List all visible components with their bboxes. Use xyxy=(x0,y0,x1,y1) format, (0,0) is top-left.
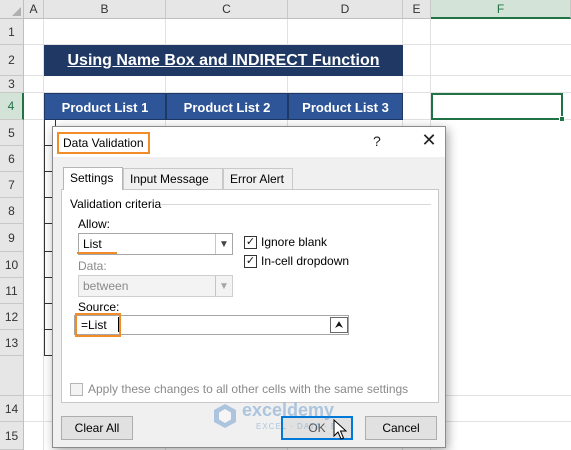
cancel-button[interactable]: Cancel xyxy=(365,416,437,440)
select-all-triangle-icon xyxy=(12,7,21,16)
table-header-product-list-2[interactable]: Product List 2 xyxy=(166,93,288,120)
apply-all-label: Apply these changes to all other cells w… xyxy=(88,382,409,396)
table-header-product-list-1[interactable]: Product List 1 xyxy=(44,93,166,120)
checkmark-icon: ✓ xyxy=(245,236,256,248)
allow-value: List xyxy=(83,237,102,251)
collapse-dialog-icon[interactable]: ⮝ xyxy=(330,317,348,333)
row-header-11[interactable]: 11 xyxy=(0,278,24,304)
source-label: Source: xyxy=(78,300,120,314)
column-header-c[interactable]: C xyxy=(166,0,288,19)
select-all-corner[interactable] xyxy=(0,0,24,19)
tab-input-message[interactable]: Input Message xyxy=(123,168,223,190)
row-header-14[interactable]: 14 xyxy=(0,396,24,422)
row-header-6[interactable]: 6 xyxy=(0,146,24,172)
row-header-hidden-gap xyxy=(0,356,24,396)
row-header-12[interactable]: 12 xyxy=(0,304,24,330)
settings-panel: Validation criteria Allow: List ▼ Data: … xyxy=(61,189,439,403)
apply-all-checkbox xyxy=(70,383,83,396)
column-header-f[interactable]: F xyxy=(431,0,571,19)
help-button[interactable]: ? xyxy=(373,133,381,149)
sheet-title: Using Name Box and INDIRECT Function xyxy=(44,45,403,76)
data-label: Data: xyxy=(78,259,107,273)
dialog-titlebar[interactable]: Data Validation ? ✕ xyxy=(53,127,445,157)
table-header-product-list-3[interactable]: Product List 3 xyxy=(288,93,403,120)
column-header-e[interactable]: E xyxy=(403,0,431,19)
row-header-8[interactable]: 8 xyxy=(0,198,24,224)
allow-label: Allow: xyxy=(78,217,111,231)
row-header-10[interactable]: 10 xyxy=(0,252,24,278)
validation-criteria-heading: Validation criteria xyxy=(70,197,162,211)
row-header-1[interactable]: 1 xyxy=(0,19,24,45)
row-header-13[interactable]: 13 xyxy=(0,330,24,356)
row-header-7[interactable]: 7 xyxy=(0,172,24,198)
in-cell-dropdown-label[interactable]: In-cell dropdown xyxy=(261,254,349,268)
data-validation-dialog: Data Validation ? ✕ Input Message Error … xyxy=(52,126,446,448)
column-header-d[interactable]: D xyxy=(288,0,403,19)
selected-cell-f4[interactable] xyxy=(431,93,565,122)
data-dropdown: between ▼ xyxy=(78,275,233,297)
clear-all-button[interactable]: Clear All xyxy=(61,416,133,440)
in-cell-dropdown-checkbox[interactable]: ✓ xyxy=(244,255,257,268)
row-header-5[interactable]: 5 xyxy=(0,120,24,146)
column-header-b[interactable]: B xyxy=(44,0,166,19)
tab-error-alert[interactable]: Error Alert xyxy=(223,168,293,190)
source-highlight xyxy=(75,313,121,337)
row-header-15[interactable]: 15 xyxy=(0,422,24,450)
row-header-4[interactable]: 4 xyxy=(0,93,24,120)
close-icon[interactable]: ✕ xyxy=(419,130,439,151)
row-header-9[interactable]: 9 xyxy=(0,224,24,252)
data-value: between xyxy=(83,279,129,293)
row-header-3[interactable]: 3 xyxy=(0,76,24,93)
allow-underline-highlight xyxy=(77,252,117,254)
dialog-title: Data Validation xyxy=(57,132,150,154)
tab-settings[interactable]: Settings xyxy=(63,167,123,190)
column-header-a[interactable]: A xyxy=(24,0,44,19)
row-header-2[interactable]: 2 xyxy=(0,45,24,76)
ignore-blank-checkbox[interactable]: ✓ xyxy=(244,236,257,249)
ignore-blank-label[interactable]: Ignore blank xyxy=(261,235,327,249)
chevron-down-icon: ▼ xyxy=(215,276,232,296)
checkmark-icon: ✓ xyxy=(245,255,256,267)
mouse-pointer-icon xyxy=(333,419,347,440)
group-divider xyxy=(161,204,431,205)
chevron-down-icon[interactable]: ▼ xyxy=(215,234,232,254)
fill-handle[interactable] xyxy=(559,116,565,122)
